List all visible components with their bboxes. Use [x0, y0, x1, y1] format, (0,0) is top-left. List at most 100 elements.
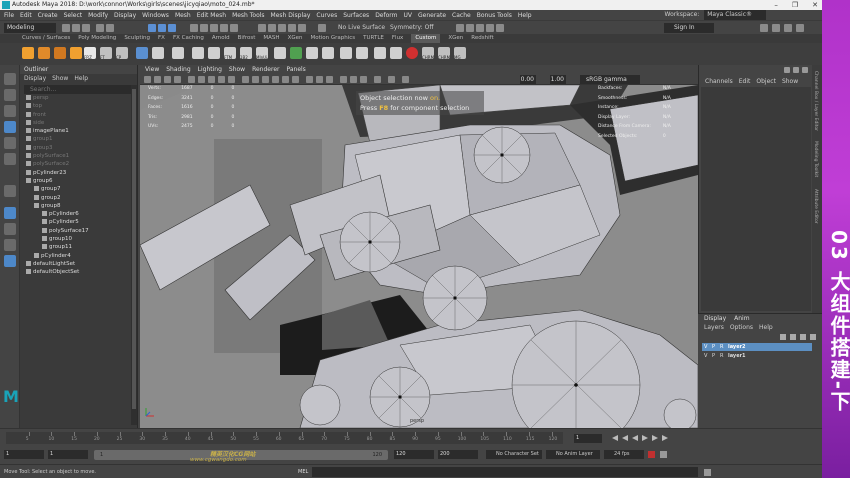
layout-single-icon[interactable] [4, 207, 16, 219]
end-time-field[interactable]: 200 [438, 450, 478, 459]
resolution-gate-icon[interactable] [208, 76, 215, 83]
outliner-item[interactable]: front [20, 111, 130, 119]
anim-layer-dropdown[interactable]: No Anim Layer [546, 450, 600, 459]
cb-menu-show[interactable]: Show [782, 77, 798, 86]
new-scene-icon[interactable] [62, 24, 70, 32]
smooth-icon[interactable] [322, 47, 334, 59]
tab-modeling-toolkit[interactable]: Modeling Toolkit [813, 141, 818, 177]
wave-icon[interactable] [356, 47, 368, 59]
shelf-tab-custom[interactable]: Custom [411, 34, 441, 43]
grid-icon[interactable] [188, 76, 195, 83]
toggle-panel-icon[interactable] [796, 24, 804, 32]
shadows-icon[interactable] [292, 76, 299, 83]
vp-menu-view[interactable]: View [145, 65, 159, 74]
menu-modify[interactable]: Modify [88, 12, 108, 19]
outliner-item[interactable]: side [20, 119, 130, 127]
outliner-item[interactable]: pCylinder23 [20, 169, 130, 177]
outliner-item[interactable]: pCylinder6 [20, 210, 130, 218]
outliner-item[interactable]: polySurface2 [20, 160, 130, 168]
mg-tool-icon[interactable]: MG [454, 47, 466, 60]
menu-create[interactable]: Create [38, 12, 58, 19]
film-gate-icon[interactable] [198, 76, 205, 83]
uv-editor-icon[interactable] [290, 47, 302, 59]
camera-attr-icon[interactable] [154, 76, 161, 83]
layout-four-icon[interactable] [4, 223, 16, 235]
mesh-tool-icon[interactable] [136, 47, 148, 59]
menu-edit-mesh[interactable]: Edit Mesh [197, 12, 226, 19]
script-editor-icon[interactable] [704, 469, 711, 476]
command-input[interactable] [312, 467, 698, 477]
arnold-icon[interactable] [496, 24, 504, 32]
shelf-tab[interactable]: FX [158, 34, 165, 43]
smooth-shade-icon[interactable] [252, 76, 259, 83]
1b2-tool-icon[interactable]: 1B2 [240, 47, 252, 60]
time-slider[interactable]: 5 10 15 20 25 30 35 40 45 50 55 60 65 70 75 80 85 90 95 100… [0, 428, 822, 446]
menu-mesh[interactable]: Mesh [175, 12, 191, 19]
camera-icon[interactable] [144, 76, 151, 83]
poly-cube-icon[interactable] [22, 47, 34, 59]
hud-icon[interactable] [388, 76, 395, 83]
workspace-selector[interactable]: Workspace: Maya Classic® [665, 10, 766, 20]
playback-start-field[interactable]: 1 [48, 450, 88, 459]
outliner-scrollbar[interactable] [131, 85, 137, 425]
exposure-icon[interactable] [402, 76, 409, 83]
isolate-select-icon[interactable] [374, 76, 381, 83]
history-icon[interactable] [318, 24, 326, 32]
outliner-menu-show[interactable]: Show [52, 74, 68, 83]
close-button[interactable]: ✕ [812, 0, 818, 10]
save-scene-icon[interactable] [82, 24, 90, 32]
toggle-panel-icon[interactable] [760, 24, 768, 32]
outliner-item[interactable]: defaultObjectSet [20, 268, 130, 276]
wireframe-icon[interactable] [242, 76, 249, 83]
scale-tool-icon[interactable] [4, 153, 16, 165]
character-set-dropdown[interactable]: No Character Set [486, 450, 542, 459]
toggle-panel-icon[interactable] [772, 24, 780, 32]
menu-bonus-tools[interactable]: Bonus Tools [477, 12, 512, 19]
select-hierarchy-icon[interactable] [148, 24, 156, 32]
anti-alias-icon[interactable] [350, 76, 357, 83]
go-to-end-icon[interactable] [662, 435, 668, 441]
outliner-item[interactable]: group8 [20, 202, 130, 210]
extrude-icon[interactable] [152, 47, 164, 59]
last-tool-icon[interactable] [4, 185, 16, 197]
move-layer-up-icon[interactable] [780, 334, 786, 340]
maximize-button[interactable]: ❐ [792, 0, 798, 10]
mirror-icon[interactable] [340, 47, 352, 59]
pick-mask-icon[interactable] [220, 24, 228, 32]
menu-mesh-tools[interactable]: Mesh Tools [232, 12, 264, 19]
ftm-tool-icon[interactable]: FTM [224, 47, 236, 60]
poly-sphere-icon[interactable] [38, 47, 50, 59]
minimize-button[interactable]: – [774, 0, 778, 10]
tab-display-layers[interactable]: Display [704, 314, 726, 323]
vp-menu-panels[interactable]: Panels [286, 65, 305, 74]
vp-menu-shading[interactable]: Shading [166, 65, 190, 74]
new-layer-selected-icon[interactable] [810, 334, 816, 340]
redo-icon[interactable] [106, 24, 114, 32]
layer-menu-options[interactable]: Options [730, 323, 753, 332]
layer-row[interactable]: V P Rlayer2 [702, 343, 812, 351]
ipr-render-icon[interactable] [466, 24, 474, 32]
outliner-item[interactable]: polySurface1 [20, 152, 130, 160]
pick-mask-icon[interactable] [200, 24, 208, 32]
chrm-tool-icon[interactable]: CHRM [422, 47, 434, 60]
shelf-tab[interactable]: Motion Graphics [310, 34, 355, 43]
menu-cache[interactable]: Cache [452, 12, 471, 19]
layer-row[interactable]: V P Rlayer1 [702, 352, 812, 360]
shelf-tab[interactable]: XGen [448, 34, 463, 43]
lattice-icon[interactable] [390, 47, 402, 59]
move-layer-down-icon[interactable] [790, 334, 796, 340]
vp-menu-renderer[interactable]: Renderer [252, 65, 279, 74]
center-pivot-icon[interactable]: CP [116, 47, 128, 60]
deformer-icon[interactable] [374, 47, 386, 59]
snap-grid-icon[interactable] [258, 24, 266, 32]
select-tool-icon[interactable] [4, 73, 16, 85]
layer-menu-layers[interactable]: Layers [704, 323, 724, 332]
menu-help[interactable]: Help [518, 12, 532, 19]
outliner-item[interactable]: persp [20, 94, 130, 102]
start-time-field[interactable]: 1 [4, 450, 44, 459]
minui-tool-icon[interactable]: MInUi [256, 47, 268, 60]
menu-uv[interactable]: UV [404, 12, 413, 19]
bridge-icon[interactable] [192, 47, 204, 59]
tab-attribute-editor[interactable]: Attribute Editor [813, 189, 818, 224]
menu-generate[interactable]: Generate [418, 12, 446, 19]
